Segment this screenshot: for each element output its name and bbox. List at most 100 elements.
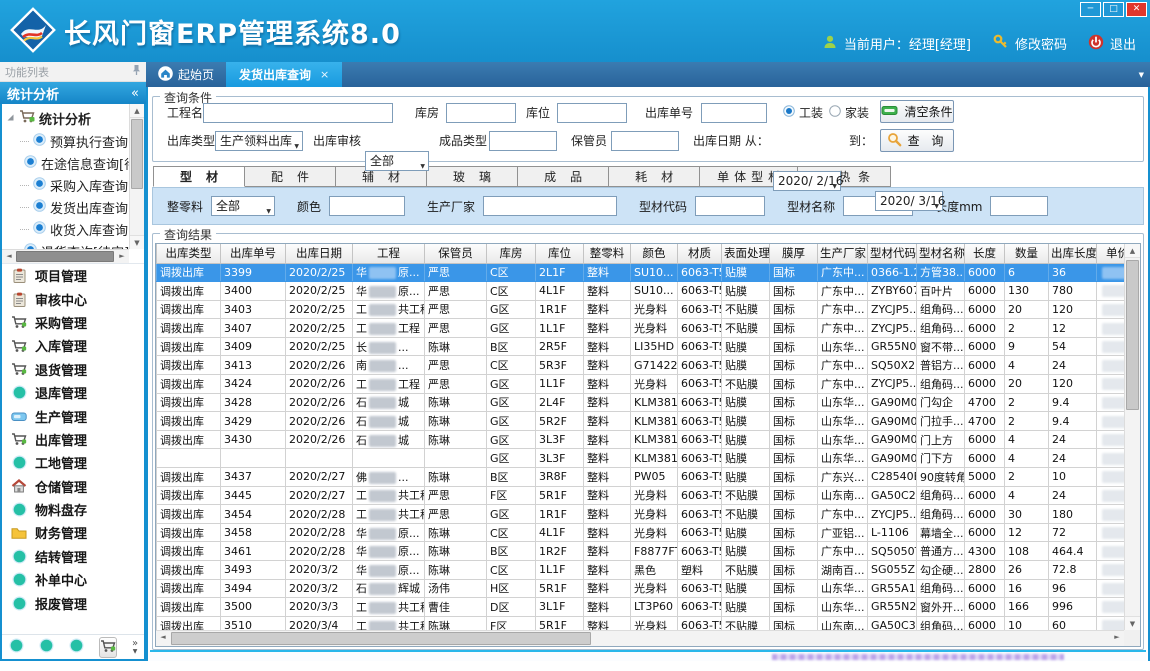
material-tab-耗材[interactable]: 耗材: [609, 166, 700, 187]
dot-icon[interactable]: [9, 638, 24, 656]
date-from-select[interactable]: 2020/ 2/16: [773, 171, 841, 191]
column-header-整零料[interactable]: 整零料: [584, 244, 631, 263]
sidebar-item-工地管理[interactable]: 工地管理: [2, 451, 144, 474]
table-row[interactable]: 调拨出库34002020/2/25华原...严思C区4L1F整料SU10...6…: [157, 282, 1125, 301]
scroll-down-icon[interactable]: ▼: [130, 235, 144, 249]
table-row[interactable]: 调拨出库34302020/2/26石城陈琳G区3L3F整料KLM38176063…: [157, 430, 1125, 449]
profile-code-input[interactable]: [695, 196, 765, 216]
expander-icon[interactable]: [6, 111, 15, 126]
sidebar-item-生产管理[interactable]: 生产管理: [2, 404, 144, 427]
table-row[interactable]: 调拨出库34282020/2/26石城陈琳G区2L4F整料KLM38176063…: [157, 393, 1125, 412]
sidebar-item-报废管理[interactable]: 报废管理: [2, 591, 144, 614]
grid-vertical-scrollbar[interactable]: ▲ ▼: [1124, 244, 1140, 630]
section-header-stats[interactable]: 统计分析 «: [0, 82, 146, 104]
radio-jiazhuang[interactable]: 家装: [829, 103, 869, 123]
product-type-input[interactable]: [489, 131, 557, 151]
date-to-select[interactable]: 2020/ 3/16: [875, 191, 943, 211]
table-row[interactable]: 调拨出库34132020/2/26南...严思C区5R3F整料G71422606…: [157, 356, 1125, 375]
table-row[interactable]: 调拨出库35102020/3/4工共工程陈琳F区5R1F整料光身料6063-T5…: [157, 616, 1125, 630]
scroll-thumb[interactable]: [131, 119, 143, 189]
material-tab-玻璃[interactable]: 玻璃: [427, 166, 518, 187]
tab-home[interactable]: 起始页: [146, 62, 226, 87]
tree-item[interactable]: 预算执行查询: [6, 130, 129, 152]
close-button[interactable]: ✕: [1126, 2, 1147, 17]
column-header-出库长度[interactable]: 出库长度: [1049, 244, 1097, 263]
scroll-left-icon[interactable]: ◄: [156, 631, 170, 644]
table-row[interactable]: 调拨出库34292020/2/26石城陈琳G区5R2F整料KLM38176063…: [157, 412, 1125, 431]
scroll-thumb[interactable]: [1126, 260, 1139, 410]
column-header-型材名称[interactable]: 型材名称: [917, 244, 965, 263]
manufacturer-input[interactable]: [483, 196, 617, 216]
column-header-出库单号[interactable]: 出库单号: [221, 244, 286, 263]
tree-item[interactable]: 收货入库查询: [6, 218, 129, 240]
scroll-up-icon[interactable]: ▲: [130, 104, 144, 118]
table-row[interactable]: 调拨出库34092020/2/25长...陈琳B区2R5F整料LI35HD606…: [157, 337, 1125, 356]
audit-select[interactable]: 全部: [365, 151, 429, 171]
order-no-input[interactable]: [701, 103, 767, 123]
column-header-工程[interactable]: 工程: [353, 244, 425, 263]
dot-icon[interactable]: [69, 638, 84, 656]
project-name-input[interactable]: [203, 103, 393, 123]
column-header-出库日期[interactable]: 出库日期: [286, 244, 353, 263]
location-input[interactable]: [557, 103, 627, 123]
length-input[interactable]: [990, 196, 1048, 216]
scroll-thumb[interactable]: [16, 251, 114, 262]
tab-close-icon[interactable]: ×: [320, 68, 329, 81]
table-row[interactable]: 调拨出库34542020/2/28工共工程严思G区1R1F整料光身料6063-T…: [157, 505, 1125, 524]
scroll-thumb[interactable]: [171, 632, 591, 645]
keeper-input[interactable]: [611, 131, 679, 151]
column-header-膜厚[interactable]: 膜厚: [770, 244, 818, 263]
tree-item[interactable]: 退货查询[待定]: [6, 240, 129, 249]
sidebar-item-审核中心[interactable]: 审核中心: [2, 287, 144, 310]
table-row[interactable]: G区3L3F整料KLM38176063-T5贴膜国标山东华...GA90M09.…: [157, 449, 1125, 468]
column-header-库位[interactable]: 库位: [536, 244, 584, 263]
column-header-出库类型[interactable]: 出库类型: [157, 244, 221, 263]
grid-horizontal-scrollbar[interactable]: ◄ ►: [156, 630, 1124, 646]
sidebar-item-退货管理[interactable]: 退货管理: [2, 358, 144, 381]
tree-root-stats[interactable]: 统计分析: [6, 107, 129, 130]
sidebar-item-补单中心[interactable]: 补单中心: [2, 568, 144, 591]
table-row[interactable]: 调拨出库33992020/2/25华原...严思C区2L1F整料SU10...6…: [157, 263, 1125, 282]
table-row[interactable]: 调拨出库34942020/3/2石辉城汤伟H区5R1F整料光身料6063-T5贴…: [157, 579, 1125, 598]
tree-item[interactable]: 在途信息查询[待: [6, 152, 129, 174]
logout-button[interactable]: 退出: [1088, 34, 1136, 54]
scroll-down-icon[interactable]: ▼: [1125, 616, 1140, 630]
tree-vertical-scrollbar[interactable]: ▲ ▼: [129, 104, 144, 249]
column-header-材质[interactable]: 材质: [678, 244, 722, 263]
radio-gongzhuang[interactable]: 工装: [783, 103, 823, 123]
scroll-up-icon[interactable]: ▲: [1125, 244, 1140, 258]
column-header-生产厂家[interactable]: 生产厂家: [818, 244, 868, 263]
color-input[interactable]: [329, 196, 405, 216]
table-row[interactable]: 调拨出库34452020/2/27工共工程严思F区5R1F整料光身料6063-T…: [157, 486, 1125, 505]
dot-icon[interactable]: [39, 638, 54, 656]
tree-item[interactable]: 发货出库查询: [6, 196, 129, 218]
table-row[interactable]: 调拨出库34072020/2/25工工程严思G区1L1F整料光身料6063-T5…: [157, 319, 1125, 338]
sidebar-item-采购管理[interactable]: 采购管理: [2, 311, 144, 334]
change-password-button[interactable]: 修改密码: [992, 33, 1067, 54]
table-row[interactable]: 调拨出库34242020/2/26工工程严思G区1L1F整料光身料6063-T5…: [157, 375, 1125, 394]
tree-horizontal-scrollbar[interactable]: ◄ ►: [2, 249, 129, 263]
column-header-数量[interactable]: 数量: [1005, 244, 1049, 263]
maximize-button[interactable]: □: [1103, 2, 1124, 17]
column-header-保管员[interactable]: 保管员: [425, 244, 487, 263]
tab-overflow-icon[interactable]: ▼: [1139, 71, 1144, 79]
table-row[interactable]: 调拨出库34372020/2/27佛...陈琳B区3R8F整料PW056063-…: [157, 468, 1125, 487]
whole-part-select[interactable]: 全部: [211, 196, 275, 216]
sidebar-item-出库管理[interactable]: 出库管理: [2, 428, 144, 451]
sidebar-item-入库管理[interactable]: 入库管理: [2, 334, 144, 357]
tab-shipment-outbound-query[interactable]: 发货出库查询 ×: [226, 62, 342, 87]
search-button[interactable]: 查 询: [880, 129, 954, 152]
scroll-left-icon[interactable]: ◄: [2, 250, 16, 263]
out-type-select[interactable]: 生产领料出库: [215, 131, 303, 151]
sidebar-item-物料盘存[interactable]: 物料盘存: [2, 498, 144, 521]
more-menus-button[interactable]: » ▼: [132, 639, 138, 655]
material-tab-配件[interactable]: 配件: [245, 166, 336, 187]
table-row[interactable]: 调拨出库35002020/3/3工共工程曹佳D区3L1F整料LT3P606063…: [157, 598, 1125, 617]
sidebar-item-结转管理[interactable]: 结转管理: [2, 545, 144, 568]
material-tab-成品[interactable]: 成品: [518, 166, 609, 187]
pin-icon[interactable]: [132, 64, 141, 79]
column-header-单价[interactable]: 单价: [1097, 244, 1125, 263]
column-header-库房[interactable]: 库房: [487, 244, 536, 263]
sidebar-item-财务管理[interactable]: 财务管理: [2, 521, 144, 544]
material-tab-型材[interactable]: 型材: [153, 166, 245, 187]
